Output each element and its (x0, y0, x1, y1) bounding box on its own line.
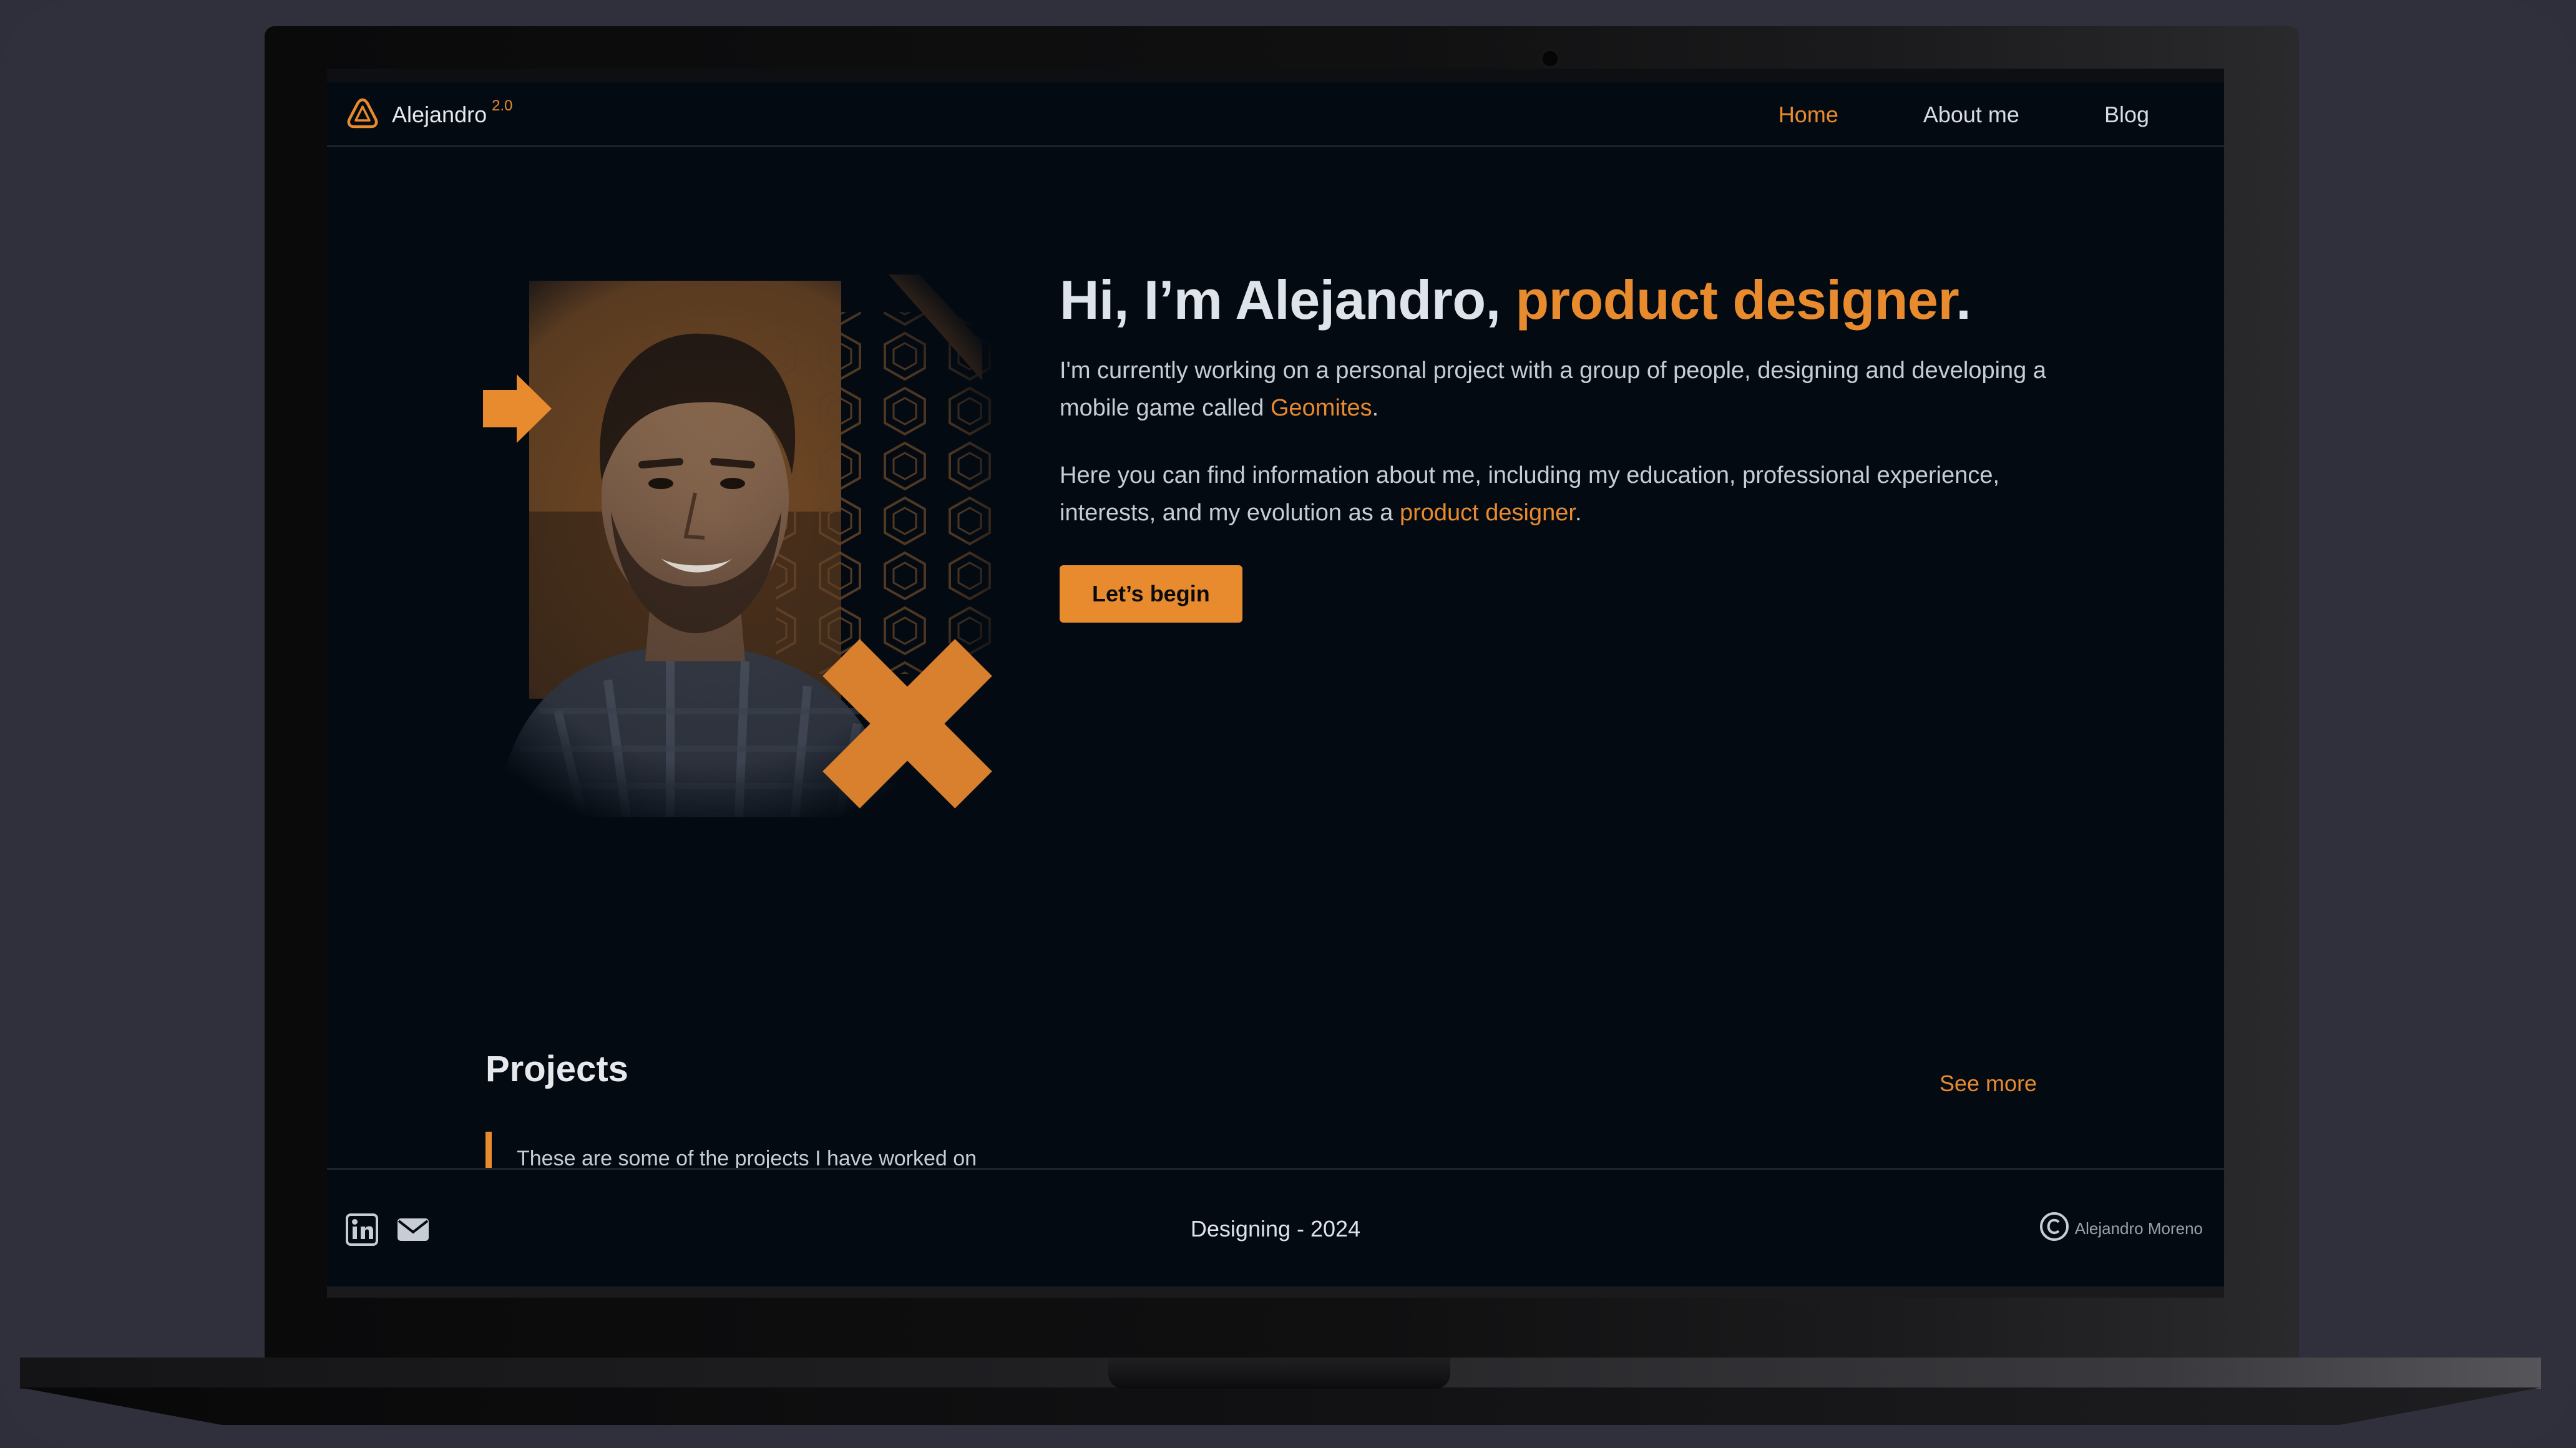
webcam (1539, 47, 1561, 70)
browser-screen: Alejandro 2.0 Home About me Blog Hi, I’m… (327, 69, 2224, 1298)
screen-edge-bottom (327, 1286, 2224, 1298)
copyright-name: Alejandro Moreno (2074, 1219, 2203, 1238)
site-header: Alejandro 2.0 Home About me Blog (327, 82, 2224, 147)
product-designer-link[interactable]: product designer (1400, 500, 1575, 526)
hero-title-text: Hi, I’m Alejandro, (1060, 269, 1516, 331)
nav-item-blog[interactable]: Blog (2104, 102, 2149, 128)
hero-title-accent: product designer (1515, 269, 1956, 331)
see-more-link[interactable]: See more (1939, 1071, 2037, 1097)
screen-edge (327, 69, 2224, 82)
brand-name: Alejandro (392, 102, 487, 127)
geomites-link[interactable]: Geomites (1271, 395, 1372, 421)
device-background: Alejandro 2.0 Home About me Blog Hi, I’m… (0, 0, 2576, 1448)
hero-paragraph-1: I'm currently working on a personal proj… (1060, 352, 2083, 427)
footer-text: Designing - 2024 (1190, 1216, 1361, 1241)
nav-item-home[interactable]: Home (1778, 102, 1838, 128)
nav-item-about-me[interactable]: About me (1923, 102, 2019, 128)
hero-portrait (483, 275, 1032, 819)
site-footer: Designing - 2024 Alejandro Moreno (327, 1168, 2224, 1286)
hero-title-end: . (1956, 269, 1971, 331)
hero-title: Hi, I’m Alejandro, product designer. (1060, 268, 2083, 332)
laptop-base-bottom (20, 1387, 2541, 1425)
main-nav: Home About me Blog (1778, 82, 2149, 147)
copyright-icon (2039, 1211, 2070, 1246)
brand[interactable]: Alejandro 2.0 (346, 82, 512, 147)
copyright: Alejandro Moreno (2039, 1211, 2203, 1246)
triangle-logo-icon (346, 97, 379, 134)
hero-paragraph-2: Here you can find information about me, … (1060, 457, 2083, 532)
hero-p1-end: . (1372, 395, 1379, 421)
brand-version: 2.0 (492, 97, 513, 114)
hero-p2-end: . (1574, 500, 1582, 526)
hero-p1-text: I'm currently working on a personal proj… (1060, 357, 2047, 421)
laptop-opening-notch (1108, 1358, 1450, 1389)
hero-content: Hi, I’m Alejandro, product designer. I'm… (1060, 268, 2083, 623)
lets-begin-button[interactable]: Let’s begin (1060, 565, 1242, 623)
projects-heading: Projects (485, 1049, 628, 1089)
